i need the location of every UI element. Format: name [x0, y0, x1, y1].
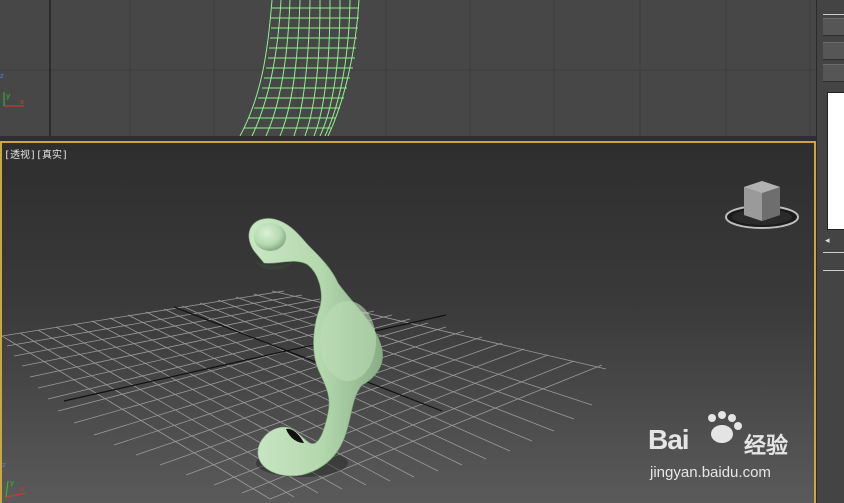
top-viewport[interactable]: z x y [0, 0, 816, 136]
top-axis-tripod-icon: z x y [0, 72, 24, 107]
wireframe-object[interactable] [239, 0, 360, 136]
panel-button-3[interactable] [823, 64, 844, 82]
panel-list-box[interactable] [827, 92, 844, 230]
top-viewport-grid [0, 0, 816, 136]
panel-divider-3 [823, 270, 844, 271]
viewcube-icon[interactable] [724, 177, 800, 233]
baidu-watermark: Bai 经验 jingyan.baidu.com [648, 410, 808, 490]
axis-z-label: z [0, 72, 4, 80]
axis-x-label: x [20, 98, 24, 106]
watermark-url: jingyan.baidu.com [650, 464, 771, 481]
panel-divider [823, 14, 844, 15]
axis-tripod-icon: z x y [2, 461, 27, 498]
axis-y-label-main: y [10, 479, 14, 487]
panel-button-2[interactable] [823, 42, 844, 60]
axis-z-label-main: z [2, 461, 6, 469]
watermark-logo-text-2: 经验 [744, 433, 789, 458]
tube-object[interactable] [248, 218, 383, 477]
watermark-logo-text: Bai [648, 424, 690, 455]
panel-arrow-icon[interactable]: ◂ [825, 236, 830, 246]
axis-x-label-main: x [20, 485, 24, 493]
axis-y-label: y [6, 92, 10, 100]
3ds-max-window: z x y [透视][真实] z x y Bai 经验 jingyan.baid… [0, 0, 844, 503]
command-panel-strip[interactable]: ◂ [816, 0, 844, 503]
viewport-label[interactable]: [透视][真实] [4, 146, 68, 161]
panel-button-1[interactable] [823, 18, 844, 36]
panel-divider-2 [823, 252, 844, 253]
